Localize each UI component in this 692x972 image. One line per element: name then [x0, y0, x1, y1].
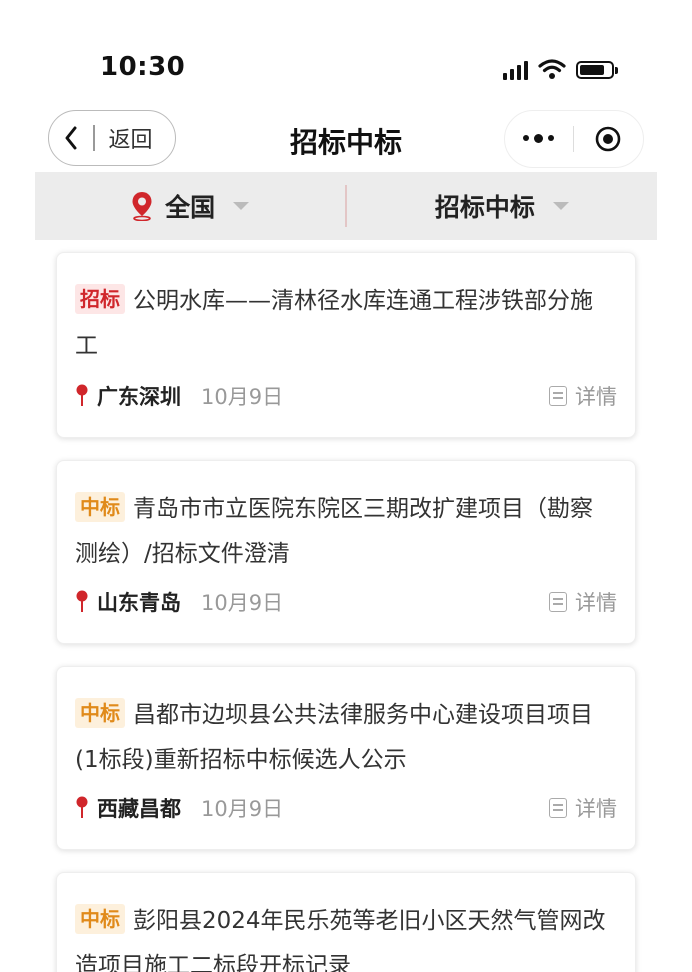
detail-label: 详情: [575, 591, 617, 615]
status-time: 10:30: [100, 52, 186, 82]
type-filter-label: 招标中标: [434, 193, 535, 222]
list-item[interactable]: 中标 昌都市边坝县公共法律服务中心建设项目项目(1标段)重新招标中标候选人公示 西…: [56, 666, 636, 850]
detail-link[interactable]: 详情: [549, 587, 617, 617]
item-tag: 中标: [75, 698, 125, 728]
item-region: 山东青岛: [97, 591, 181, 615]
list-item[interactable]: 招标 公明水库——清林径水库连通工程涉铁部分施工 广东深圳 10月9日 详情: [56, 252, 636, 438]
type-filter[interactable]: 招标中标: [347, 188, 657, 224]
location-pin-icon: [76, 796, 88, 818]
detail-link[interactable]: 详情: [549, 381, 617, 411]
item-footer: 山东青岛 10月9日 详情: [75, 587, 617, 617]
filter-bar: 全国 招标中标: [35, 172, 657, 240]
region-filter-label: 全国: [165, 193, 216, 222]
detail-label: 详情: [575, 385, 617, 409]
item-title-row: 招标 公明水库——清林径水库连通工程涉铁部分施工: [75, 279, 615, 369]
status-bar: 10:30: [0, 0, 692, 100]
mini-program-capsule: [504, 110, 644, 168]
more-dots-icon[interactable]: [505, 134, 573, 143]
detail-link[interactable]: 详情: [549, 793, 617, 823]
location-pin-icon: [132, 192, 152, 221]
wifi-icon: [538, 59, 566, 79]
item-date: 10月9日: [201, 385, 284, 409]
battery-icon: [576, 61, 618, 79]
item-region: 广东深圳: [97, 385, 181, 409]
item-title: 公明水库——清林径水库连通工程涉铁部分施工: [75, 288, 593, 359]
item-tag: 招标: [75, 284, 125, 314]
item-title: 青岛市市立医院东院区三期改扩建项目（勘察测绘）/招标文件澄清: [75, 496, 593, 567]
list-item[interactable]: 中标 彭阳县2024年民乐苑等老旧小区天然气管网改造项目施工二标段开标记录: [56, 872, 636, 972]
item-title-row: 中标 青岛市市立医院东院区三期改扩建项目（勘察测绘）/招标文件澄清: [75, 487, 615, 577]
location-pin-icon: [76, 590, 88, 612]
location-pin-icon: [76, 384, 88, 406]
item-date: 10月9日: [201, 797, 284, 821]
caret-down-icon: [552, 202, 569, 210]
item-date: 10月9日: [201, 591, 284, 615]
item-footer: 广东深圳 10月9日 详情: [75, 381, 617, 411]
item-title: 彭阳县2024年民乐苑等老旧小区天然气管网改造项目施工二标段开标记录: [75, 908, 606, 972]
document-icon: [549, 798, 567, 818]
document-icon: [549, 592, 567, 612]
item-region: 西藏昌都: [97, 797, 181, 821]
list-item[interactable]: 中标 青岛市市立医院东院区三期改扩建项目（勘察测绘）/招标文件澄清 山东青岛 10…: [56, 460, 636, 644]
detail-label: 详情: [575, 797, 617, 821]
item-title: 昌都市边坝县公共法律服务中心建设项目项目(1标段)重新招标中标候选人公示: [75, 702, 593, 773]
item-tag: 中标: [75, 492, 125, 522]
item-tag: 中标: [75, 904, 125, 934]
item-title-row: 中标 昌都市边坝县公共法律服务中心建设项目项目(1标段)重新招标中标候选人公示: [75, 693, 615, 783]
item-footer: 西藏昌都 10月9日 详情: [75, 793, 617, 823]
caret-down-icon: [233, 202, 250, 210]
nav-bar: 返回 招标中标: [0, 105, 692, 171]
cellular-signal-icon: [503, 60, 528, 80]
item-title-row: 中标 彭阳县2024年民乐苑等老旧小区天然气管网改造项目施工二标段开标记录: [75, 899, 615, 972]
target-circle-icon[interactable]: [574, 125, 644, 153]
region-filter[interactable]: 全国: [35, 188, 345, 224]
system-icons: [503, 58, 618, 80]
document-icon: [549, 386, 567, 406]
